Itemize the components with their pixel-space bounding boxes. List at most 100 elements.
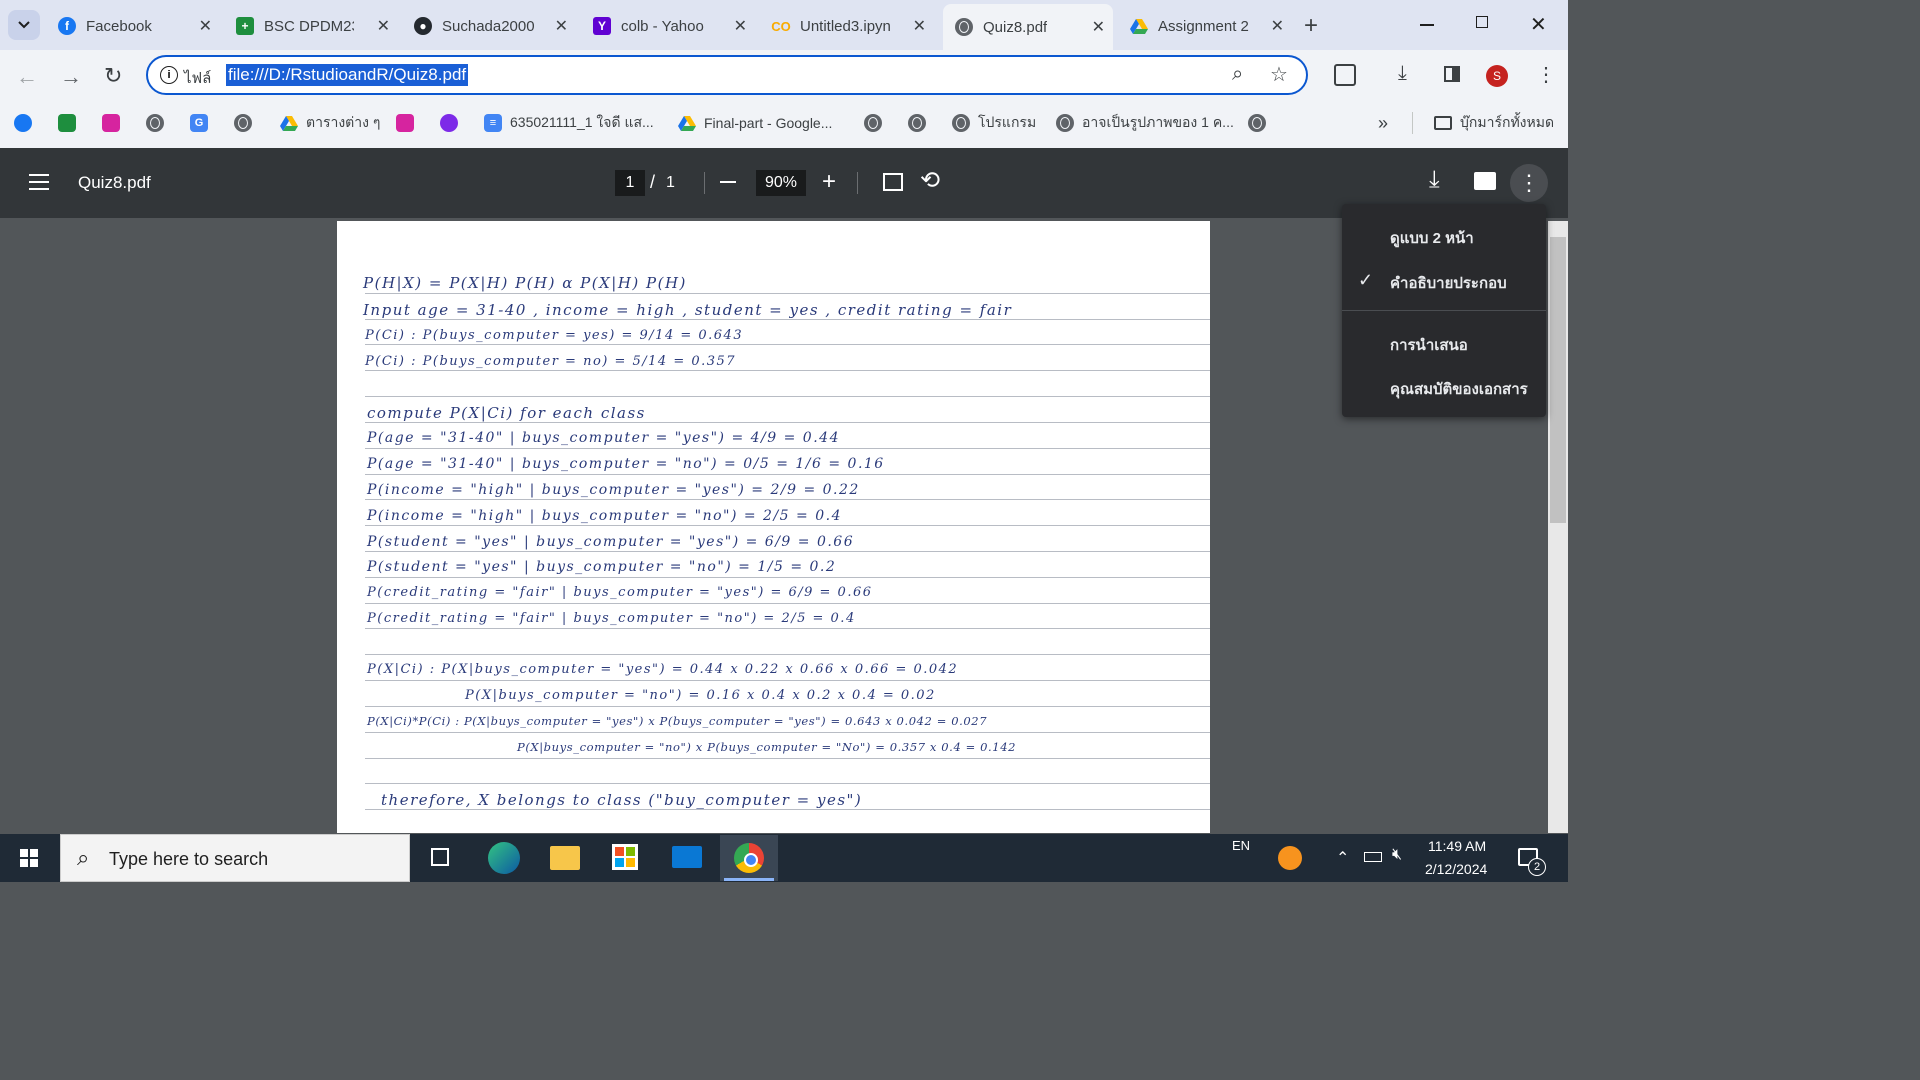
bookmark-globe[interactable] — [908, 112, 926, 134]
side-panel-icon[interactable] — [1444, 66, 1460, 82]
edge-icon[interactable] — [488, 842, 520, 874]
tab-title: BSC DPDM23 — [264, 17, 354, 35]
bookmark-doc[interactable]: ≡ 635021111_1 ใจดี แส... — [484, 112, 654, 134]
tab-colab[interactable]: CO Untitled3.ipyn ✕ — [764, 8, 934, 44]
menu-item-document-properties[interactable]: คุณสมบัติของเอกสาร — [1390, 377, 1528, 401]
forward-button[interactable]: → — [60, 64, 82, 90]
chevron-up-icon[interactable]: ⌃ — [1336, 848, 1349, 868]
close-window-button[interactable]: ✕ — [1530, 12, 1547, 37]
tab-bsc-dpdm23[interactable]: + BSC DPDM23 ✕ — [228, 8, 398, 44]
pdf-sidebar-menu-icon[interactable] — [29, 174, 49, 190]
bookmark-image[interactable]: อาจเป็นรูปภาพของ 1 ค... — [1056, 112, 1234, 134]
close-icon[interactable]: ✕ — [199, 16, 212, 36]
close-icon[interactable]: ✕ — [1271, 16, 1284, 36]
bookmark-globe[interactable] — [864, 112, 882, 134]
minimize-button[interactable] — [1420, 24, 1434, 26]
clock-time[interactable]: 11:49 AM — [1428, 838, 1486, 854]
extensions-icon[interactable] — [1334, 64, 1356, 86]
profile-avatar[interactable]: S — [1486, 65, 1508, 87]
back-button[interactable]: ← — [16, 64, 38, 90]
note-line: P(X|buys_computer = "no") x P(buys_compu… — [517, 740, 1017, 754]
pdf-filename: Quiz8.pdf — [78, 173, 151, 192]
scrollbar-thumb[interactable] — [1550, 237, 1566, 523]
url-text[interactable]: file:///D:/RstudioandR/Quiz8.pdf — [226, 64, 469, 86]
restore-button[interactable] — [1476, 16, 1488, 28]
info-icon[interactable]: i — [160, 66, 178, 84]
clock-date[interactable]: 2/12/2024 — [1425, 861, 1487, 877]
pdf-download-icon[interactable]: ⤓ — [1429, 166, 1440, 194]
zoom-level-input[interactable]: 90% — [756, 170, 806, 196]
bookmarks-overflow-button[interactable]: » — [1378, 112, 1388, 134]
all-bookmarks-button[interactable]: บุ๊กมาร์กทั้งหมด — [1434, 112, 1554, 134]
bookmark-label: โปรแกรม — [978, 114, 1037, 130]
bookmark-classroom[interactable] — [58, 112, 84, 134]
zoom-out-button[interactable] — [720, 181, 736, 183]
volume-muted-icon[interactable]: 🔇︎ — [1392, 846, 1402, 864]
browser-menu-button[interactable]: ⋮ — [1536, 62, 1556, 87]
pdf-scrollbar[interactable] — [1548, 221, 1568, 833]
globe-icon — [955, 18, 973, 36]
pdf-more-button[interactable]: ⋮ — [1510, 164, 1548, 202]
note-line: P(credit_rating = "fair" | buys_computer… — [367, 585, 873, 600]
store-icon[interactable] — [612, 844, 638, 870]
bookmark-final-part[interactable]: Final-part - Google... — [678, 112, 832, 134]
globe-icon — [146, 114, 164, 132]
note-line: P(student = "yes" | buys_computer = "yes… — [367, 534, 855, 550]
note-line: P(credit_rating = "fair" | buys_computer… — [367, 611, 856, 626]
zoom-in-button[interactable]: + — [822, 170, 836, 194]
bookmark-program[interactable]: โปรแกรม — [952, 112, 1036, 134]
note-line: P(H|X) = P(X|H) P(H) α P(X|H) P(H) — [363, 274, 687, 292]
instagram-icon — [102, 114, 120, 132]
menu-item-annotations[interactable]: คำอธิบายประกอบ — [1390, 271, 1507, 295]
bookmark-globe[interactable] — [146, 112, 164, 134]
tab-facebook[interactable]: f Facebook ✕ — [50, 8, 220, 44]
chrome-icon[interactable] — [720, 835, 778, 881]
language-indicator[interactable]: EN — [1232, 838, 1250, 853]
tab-quiz8-pdf[interactable]: Quiz8.pdf ✕ — [943, 4, 1113, 50]
windows-start-icon[interactable] — [20, 849, 38, 867]
bookmark-canva[interactable] — [440, 112, 466, 134]
rotate-icon[interactable]: ⟲ — [920, 166, 940, 195]
tab-github[interactable]: ● Suchada2000/ ✕ — [406, 8, 576, 44]
zoom-icon[interactable]: ⌕ — [1232, 63, 1243, 86]
instagram-icon — [396, 114, 414, 132]
new-tab-button[interactable]: + — [1304, 12, 1318, 40]
battery-icon[interactable] — [1364, 852, 1382, 862]
close-icon[interactable]: ✕ — [1092, 17, 1105, 37]
tab-search-button[interactable] — [8, 10, 40, 40]
file-explorer-icon[interactable] — [550, 846, 580, 870]
close-icon[interactable]: ✕ — [913, 16, 926, 36]
mail-icon[interactable] — [672, 846, 702, 868]
notification-count-badge: 2 — [1528, 858, 1546, 876]
menu-item-present[interactable]: การนำเสนอ — [1390, 333, 1468, 357]
bookmark-translate[interactable]: G — [190, 112, 216, 134]
menu-item-two-page-view[interactable]: ดูแบบ 2 หน้า — [1390, 226, 1474, 250]
globe-icon — [952, 114, 970, 132]
taskbar-search-box[interactable]: ⌕ Type here to search — [60, 834, 410, 882]
print-icon[interactable] — [1474, 172, 1496, 190]
download-icon[interactable]: ⤓ — [1398, 62, 1407, 85]
close-icon[interactable]: ✕ — [377, 16, 390, 36]
tab-assignment[interactable]: Assignment 2 ✕ — [1122, 8, 1292, 44]
drive-icon — [280, 114, 298, 132]
close-icon[interactable]: ✕ — [555, 16, 568, 36]
bookmark-label: 635021111_1 ใจดี แส... — [510, 114, 654, 130]
bookmark-instagram[interactable] — [102, 112, 128, 134]
classroom-icon — [58, 114, 76, 132]
bookmark-tables[interactable]: ตารางต่าง ๆ — [280, 112, 380, 134]
toolbar-divider — [704, 172, 705, 194]
reload-button[interactable]: ↻ — [104, 63, 122, 89]
tab-yahoo[interactable]: Y colb - Yahoo ✕ — [585, 8, 755, 44]
bookmark-facebook[interactable] — [14, 112, 40, 134]
bookmark-instagram[interactable] — [396, 112, 422, 134]
bookmark-globe[interactable] — [234, 112, 252, 134]
close-icon[interactable]: ✕ — [734, 16, 747, 36]
bookmark-star-icon[interactable]: ☆ — [1270, 62, 1288, 87]
app-tray-icon[interactable] — [1278, 846, 1302, 870]
bookmark-globe[interactable] — [1248, 112, 1266, 134]
fit-to-page-icon[interactable] — [883, 173, 903, 191]
task-view-icon[interactable] — [431, 848, 449, 866]
note-line: compute P(X|Ci) for each class — [367, 404, 646, 422]
page-number-input[interactable]: 1 — [615, 170, 645, 196]
address-bar[interactable]: i ไฟล์ file:///D:/RstudioandR/Quiz8.pdf … — [146, 55, 1308, 95]
